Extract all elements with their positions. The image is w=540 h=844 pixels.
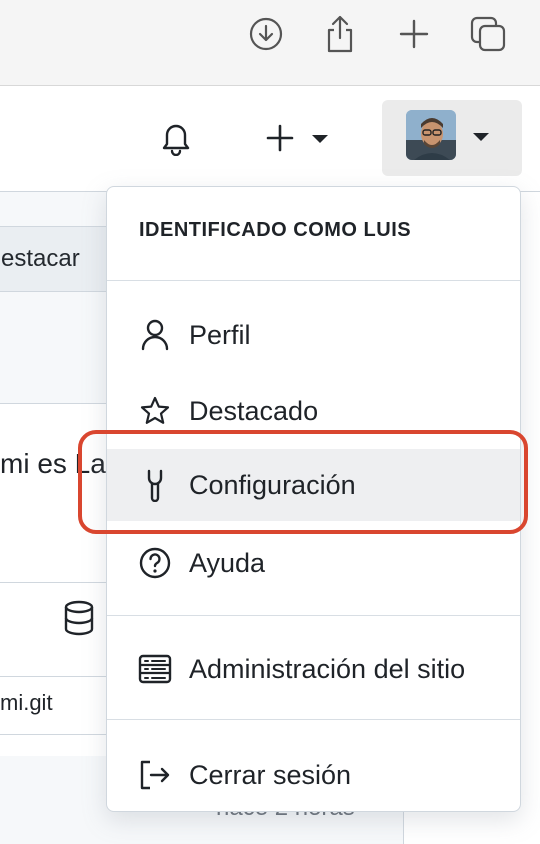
caret-down-icon [468, 124, 494, 150]
server-icon [135, 649, 175, 689]
browser-toolbar [0, 0, 540, 86]
share-icon[interactable] [320, 14, 360, 54]
menu-item-label: Cerrar sesión [189, 759, 352, 790]
create-new-button[interactable] [262, 118, 338, 158]
repo-actions-strip: estacar [0, 192, 112, 404]
notification-bell-icon[interactable] [156, 118, 196, 158]
menu-divider [107, 280, 520, 281]
menu-divider [107, 615, 520, 616]
app-header [0, 86, 540, 192]
clone-url-text: mi.git [0, 690, 53, 715]
signed-in-as-header: IDENTIFICADO COMO LUIS [139, 219, 412, 241]
file-row-divider [0, 582, 108, 583]
menu-item-site-admin[interactable]: Administración del sitio [107, 633, 520, 705]
database-icon [62, 600, 96, 641]
menu-item-label: Destacado [189, 395, 319, 426]
user-menu-button[interactable] [382, 100, 522, 176]
highlight-outline [78, 430, 528, 534]
download-icon[interactable] [246, 14, 286, 54]
avatar [406, 110, 456, 160]
menu-item-label: Administración del sitio [189, 653, 466, 684]
question-icon [135, 543, 175, 583]
menu-divider [107, 719, 520, 720]
file-row-divider [0, 676, 108, 677]
star-icon [135, 391, 175, 431]
star-button[interactable]: estacar [0, 226, 112, 292]
new-tab-icon[interactable] [394, 14, 434, 54]
menu-item-label: Perfil [189, 319, 251, 350]
menu-item-help[interactable]: Ayuda [107, 527, 520, 599]
menu-item-label: Ayuda [189, 547, 266, 578]
menu-item-sign-out[interactable]: Cerrar sesión [107, 739, 520, 811]
menu-item-profile[interactable]: Perfil [107, 299, 520, 371]
file-row-divider [0, 734, 108, 735]
tabs-overview-icon[interactable] [468, 14, 508, 54]
star-button-label: estacar [1, 245, 80, 272]
create-new-icon [266, 124, 328, 152]
sign-out-icon [135, 755, 175, 795]
person-icon [135, 315, 175, 355]
